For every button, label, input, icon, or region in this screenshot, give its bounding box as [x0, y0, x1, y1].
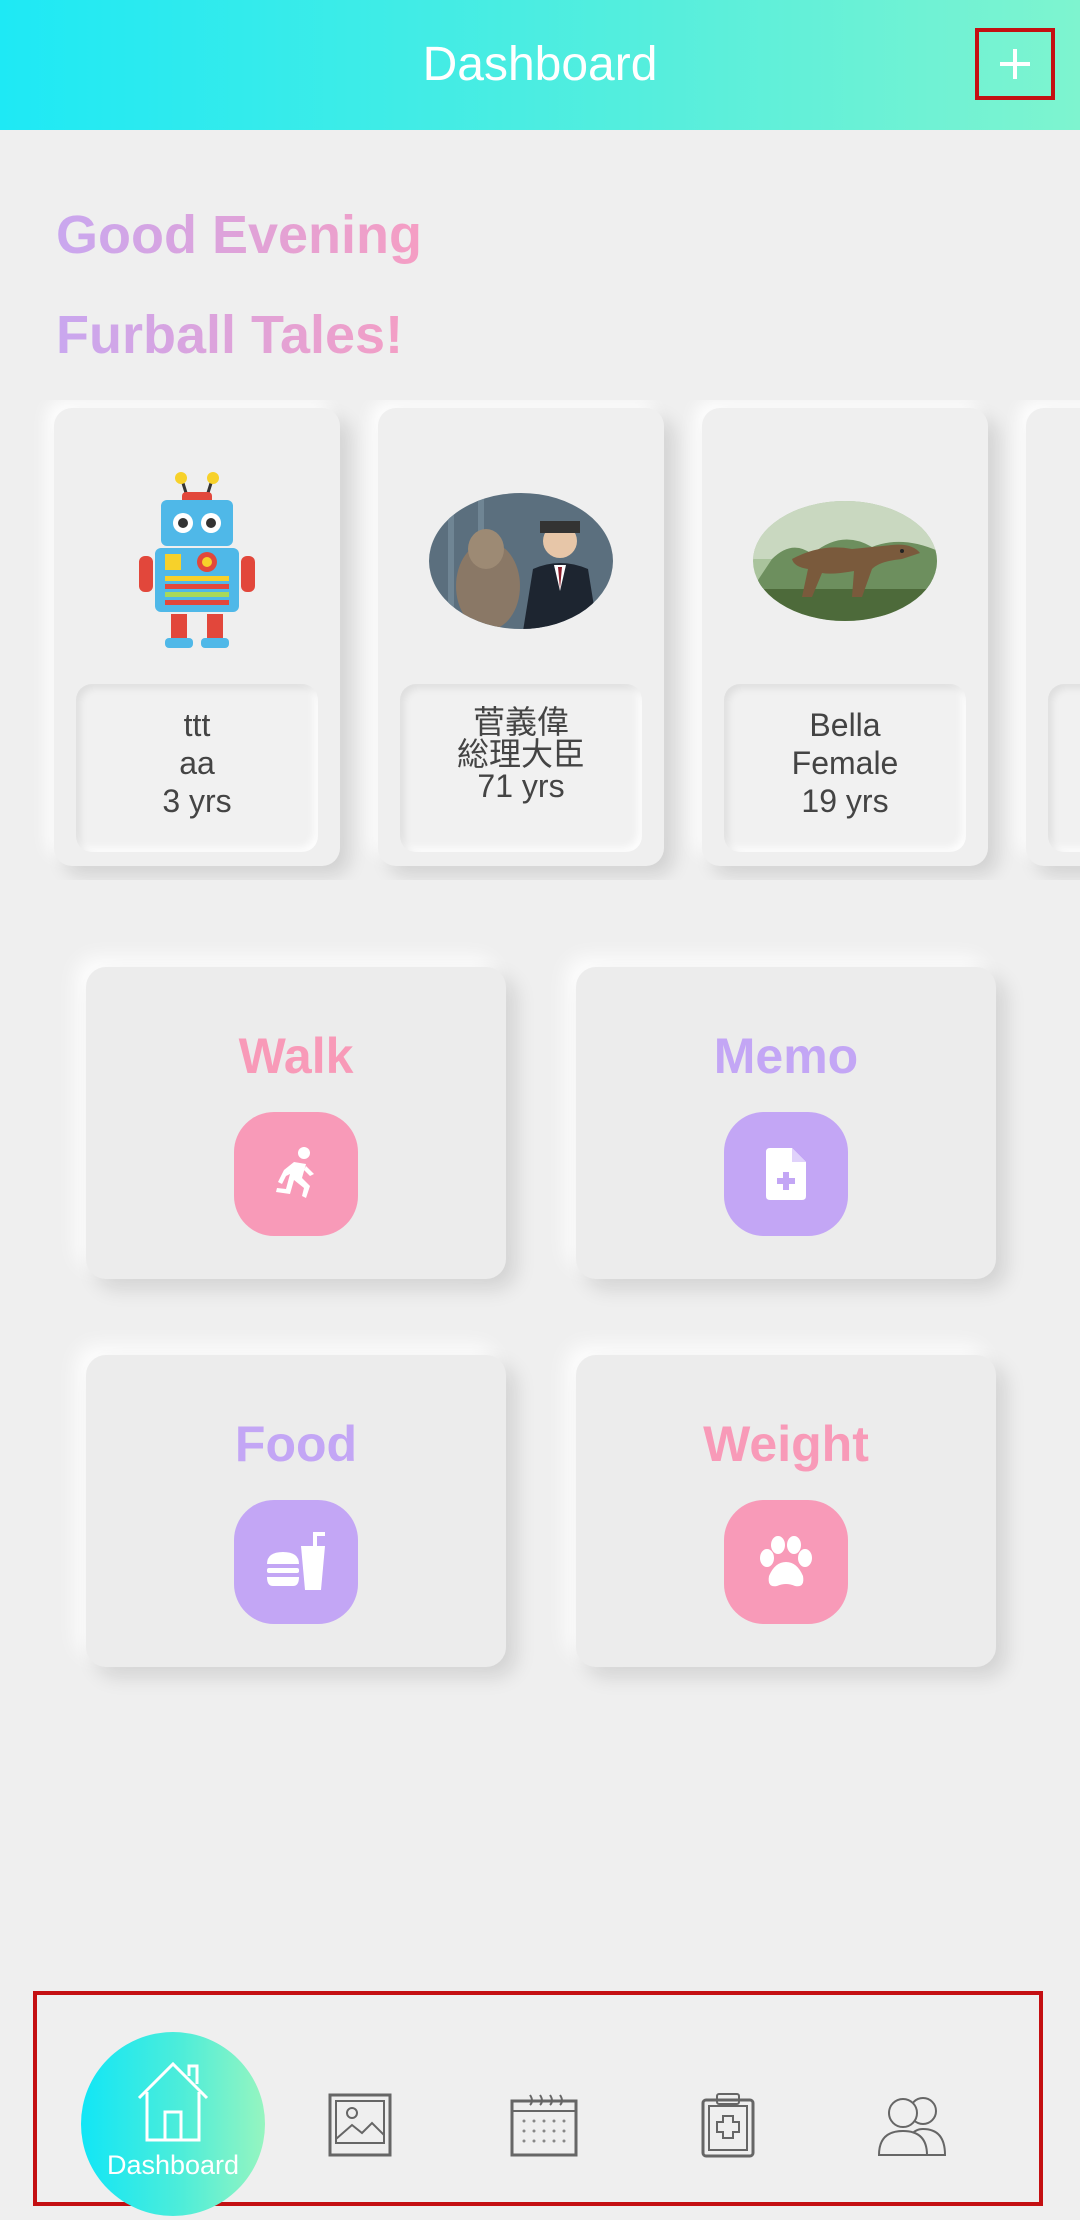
pet-name: 菅義偉	[472, 704, 569, 740]
pet-info	[1048, 684, 1080, 852]
app-bar: Dashboard	[0, 0, 1080, 130]
man-with-alpaca-photo	[428, 468, 614, 654]
nav-dashboard[interactable]: Dashboard	[81, 2032, 265, 2216]
nav-users[interactable]	[877, 2090, 947, 2160]
medical-record-icon	[701, 2093, 755, 2158]
calendar-icon	[510, 2094, 578, 2157]
nav-gallery[interactable]	[325, 2090, 395, 2160]
pet-card[interactable]	[1026, 408, 1080, 866]
pet-info: 菅義偉 総理大臣 71 yrs	[400, 684, 642, 852]
pet-card[interactable]: Bella Female 19 yrs	[702, 408, 988, 866]
pet-age: 71 yrs	[477, 768, 565, 804]
greeting-line-1: Good Evening	[56, 205, 423, 265]
pet-detail: Female	[791, 745, 899, 781]
t-rex-photo	[752, 468, 938, 654]
walk-card[interactable]: Walk	[86, 967, 506, 1279]
paw-icon	[760, 1536, 812, 1587]
gallery-icon	[328, 2093, 392, 2157]
pet-card[interactable]: ttt aa 3 yrs	[54, 408, 340, 866]
walk-button[interactable]	[234, 1112, 358, 1236]
greeting: Good Evening Furball Tales!	[56, 185, 422, 385]
food-card[interactable]: Food	[86, 1355, 506, 1667]
users-icon	[877, 2097, 947, 2156]
pet-age: 3 yrs	[162, 783, 232, 819]
robot-avatar	[104, 468, 290, 654]
weight-card[interactable]: Weight	[576, 1355, 996, 1667]
memo-card[interactable]: Memo	[576, 967, 996, 1279]
plus-icon	[1000, 49, 1030, 79]
walk-label: Walk	[238, 1028, 354, 1084]
add-document-icon	[766, 1148, 806, 1200]
pet-name: Bella	[809, 707, 881, 743]
pet-card[interactable]: 菅義偉 総理大臣 71 yrs	[378, 408, 664, 866]
bottom-navigation: Dashboard	[33, 1991, 1043, 2216]
memo-button[interactable]	[724, 1112, 848, 1236]
memo-label: Memo	[713, 1028, 859, 1084]
pet-age: 19 yrs	[801, 783, 889, 819]
running-person-icon	[276, 1147, 314, 1198]
food-button[interactable]	[234, 1500, 358, 1624]
home-icon	[137, 2061, 209, 2142]
pet-detail: 総理大臣	[456, 736, 585, 772]
weight-button[interactable]	[724, 1500, 848, 1624]
pet-info: Bella Female 19 yrs	[724, 684, 966, 852]
nav-calendar[interactable]	[509, 2090, 579, 2160]
burger-drink-icon	[267, 1532, 325, 1590]
pet-info: ttt aa 3 yrs	[76, 684, 318, 852]
nav-medical-records[interactable]	[693, 2090, 763, 2160]
food-label: Food	[234, 1416, 358, 1472]
add-pet-button[interactable]	[975, 28, 1055, 100]
greeting-line-2: Furball Tales!	[56, 305, 404, 365]
nav-dashboard-label: Dashboard	[106, 2150, 240, 2180]
weight-label: Weight	[703, 1416, 869, 1472]
pet-detail: aa	[179, 745, 215, 781]
page-title: Dashboard	[422, 38, 658, 91]
pet-name: ttt	[183, 707, 211, 743]
pet-card-list[interactable]: ttt aa 3 yrs 菅義偉 総理大臣 71 yrs Bella Femal…	[0, 400, 1080, 880]
